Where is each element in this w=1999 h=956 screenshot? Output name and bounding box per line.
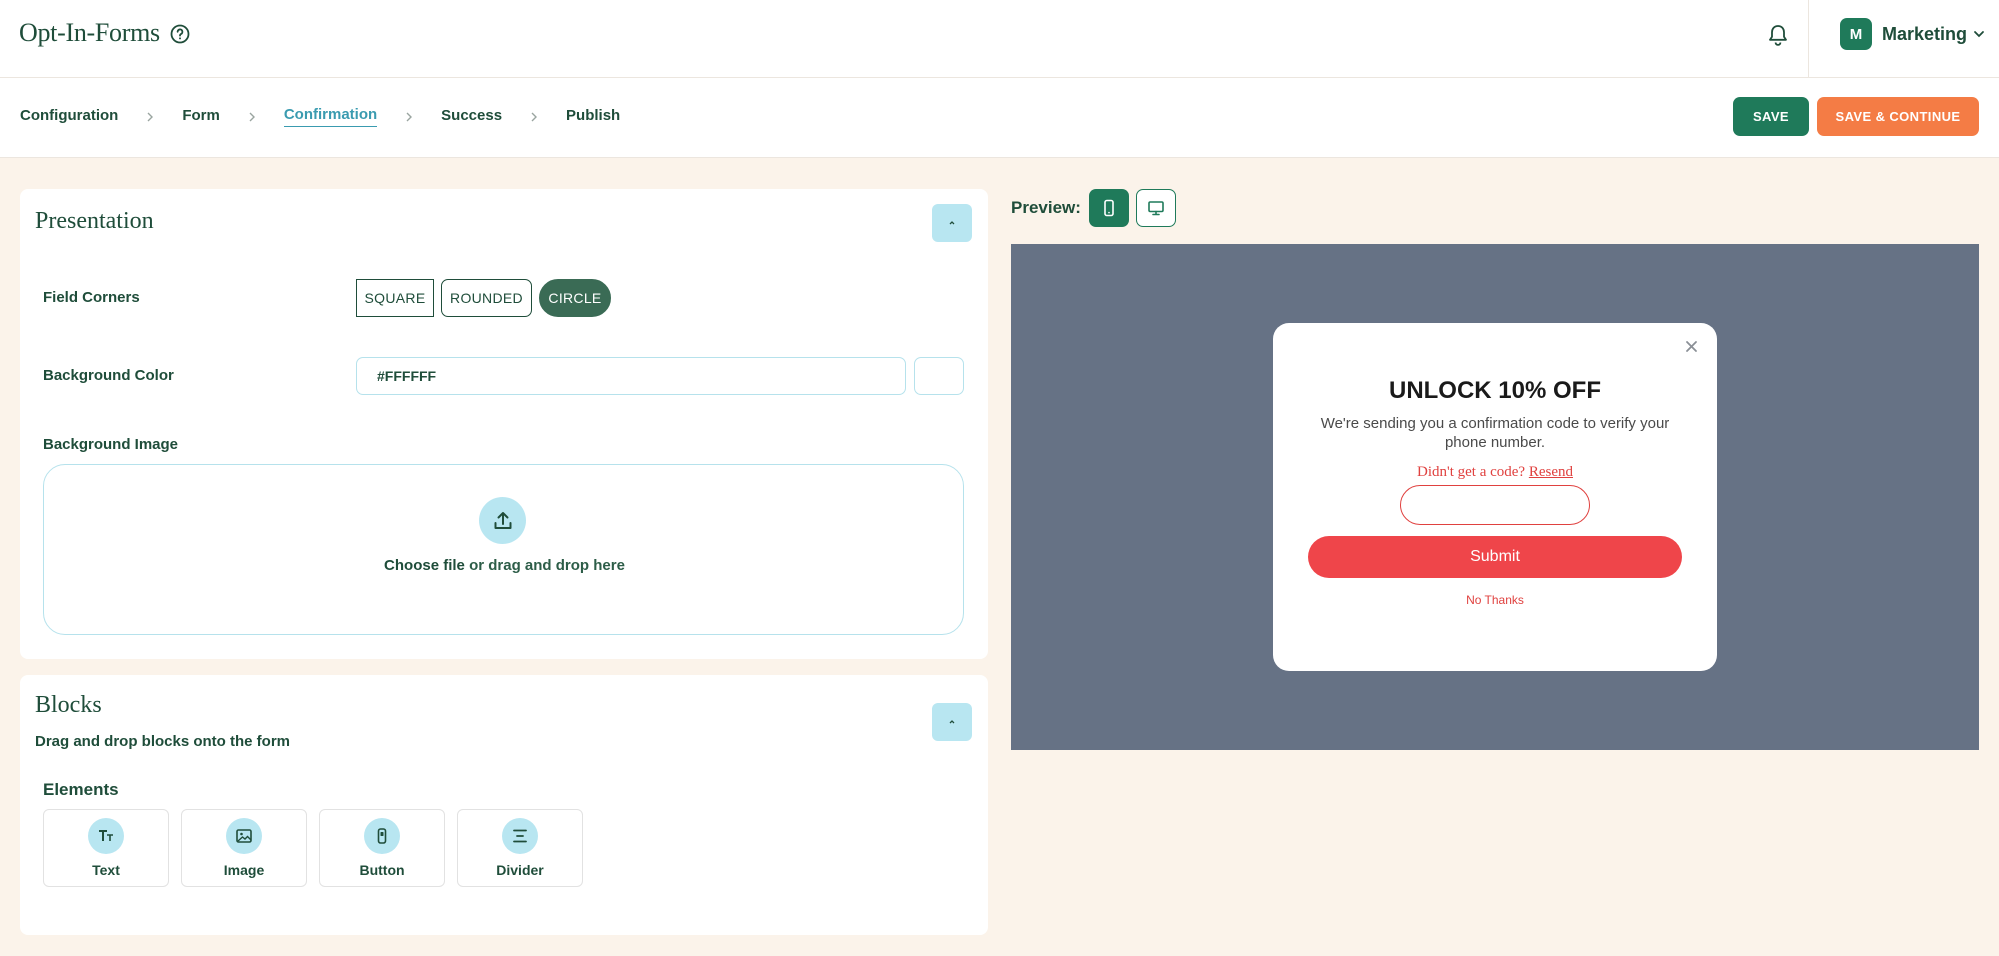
button-icon — [377, 828, 387, 844]
resend-row: Didn't get a code? Resend — [1273, 464, 1717, 481]
desktop-icon — [1148, 201, 1164, 216]
close-icon[interactable] — [1685, 340, 1698, 353]
elements-heading: Elements — [43, 780, 119, 799]
element-tile-button[interactable]: Button — [319, 809, 445, 887]
blocks-subtitle: Drag and drop blocks onto the form — [35, 733, 291, 750]
field-corners-label: Field Corners — [43, 289, 140, 306]
element-tile-label: Image — [223, 862, 265, 878]
corner-circle-button[interactable]: CIRCLE — [539, 279, 611, 317]
save-button[interactable]: SAVE — [1733, 97, 1809, 136]
steps-bar: Configuration Form Confirmation Success … — [0, 78, 1999, 158]
corner-rounded-button[interactable]: ROUNDED — [441, 279, 532, 317]
image-icon — [236, 829, 252, 843]
chevron-up-icon — [949, 221, 955, 225]
preview-stage: UNLOCK 10% OFF We're sending you a confi… — [1011, 244, 1979, 750]
element-tile-label: Button — [359, 862, 405, 878]
step-form[interactable]: Form — [182, 107, 220, 127]
top-bar: Opt-In-Forms M Marketing — [0, 0, 1999, 78]
upload-icon — [494, 511, 511, 529]
button-icon-wrap — [364, 818, 400, 854]
background-color-input[interactable]: #FFFFFF — [356, 357, 906, 395]
chevron-right-icon — [249, 112, 255, 121]
text-icon — [99, 830, 113, 841]
chevron-right-icon — [531, 112, 538, 121]
element-tile-text[interactable]: Text — [43, 809, 169, 887]
popup-heading: UNLOCK 10% OFF — [1388, 377, 1601, 404]
no-thanks-link[interactable]: No Thanks — [1273, 593, 1717, 607]
top-divider — [1808, 0, 1809, 78]
background-image-dropzone[interactable]: Choose file or drag and drop here — [43, 464, 964, 635]
chevron-down-icon — [1974, 31, 1984, 38]
resend-prompt: Didn't get a code? — [1417, 464, 1526, 480]
save-and-continue-button[interactable]: SAVE & CONTINUE — [1817, 97, 1979, 136]
popup-submit-button[interactable]: Submit — [1308, 536, 1682, 578]
step-confirmation[interactable]: Confirmation — [283, 106, 378, 127]
preview-label: Preview: — [1011, 198, 1081, 217]
resend-link[interactable]: Resend — [1529, 464, 1573, 480]
mobile-preview-button[interactable] — [1089, 189, 1129, 227]
element-tile-image[interactable]: Image — [181, 809, 307, 887]
image-icon-wrap — [226, 818, 262, 854]
confirmation-code-input[interactable] — [1400, 485, 1590, 525]
text-icon-wrap — [88, 818, 124, 854]
desktop-preview-button[interactable] — [1136, 189, 1176, 227]
chevron-right-icon — [406, 112, 413, 121]
step-success[interactable]: Success — [441, 107, 502, 127]
notifications-bell-icon[interactable] — [1767, 23, 1789, 47]
element-tile-divider[interactable]: Divider — [457, 809, 583, 887]
blocks-title: Blocks — [35, 692, 102, 718]
popup-body: We're sending you a confirmation code to… — [1320, 415, 1670, 451]
divider-icon-wrap — [502, 818, 538, 854]
background-color-swatch[interactable] — [914, 357, 964, 395]
element-tile-label: Divider — [496, 862, 544, 878]
presentation-title: Presentation — [35, 208, 154, 234]
account-menu[interactable]: M Marketing — [1840, 18, 1985, 50]
dropzone-text: Choose file or drag and drop here — [44, 557, 965, 574]
presentation-panel: Presentation Field Corners SQUARE ROUNDE… — [20, 189, 988, 659]
collapse-blocks-button[interactable] — [932, 703, 972, 741]
upload-button[interactable] — [479, 497, 526, 544]
mobile-icon — [1104, 199, 1114, 217]
blocks-panel: Blocks Drag and drop blocks onto the for… — [20, 675, 988, 935]
help-icon[interactable] — [170, 24, 190, 44]
drag-drop-hint: or drag and drop here — [464, 557, 625, 574]
element-tile-label: Text — [92, 862, 120, 878]
popup-preview: UNLOCK 10% OFF We're sending you a confi… — [1273, 323, 1717, 671]
choose-file-link[interactable]: Choose file — [384, 557, 465, 574]
background-color-value: #FFFFFF — [377, 368, 437, 384]
divider-icon — [513, 829, 527, 843]
chevron-up-icon — [949, 720, 955, 724]
background-color-label: Background Color — [43, 367, 174, 384]
step-configuration[interactable]: Configuration — [20, 107, 118, 127]
wizard-steps: Configuration Form Confirmation Success … — [20, 106, 620, 127]
corner-square-button[interactable]: SQUARE — [356, 279, 434, 317]
collapse-presentation-button[interactable] — [932, 204, 972, 242]
avatar: M — [1840, 18, 1872, 50]
background-image-label: Background Image — [43, 436, 179, 453]
step-publish[interactable]: Publish — [566, 107, 620, 127]
app-title: Opt-In-Forms — [19, 18, 160, 47]
account-name: Marketing — [1882, 23, 1968, 44]
chevron-right-icon — [147, 112, 154, 121]
